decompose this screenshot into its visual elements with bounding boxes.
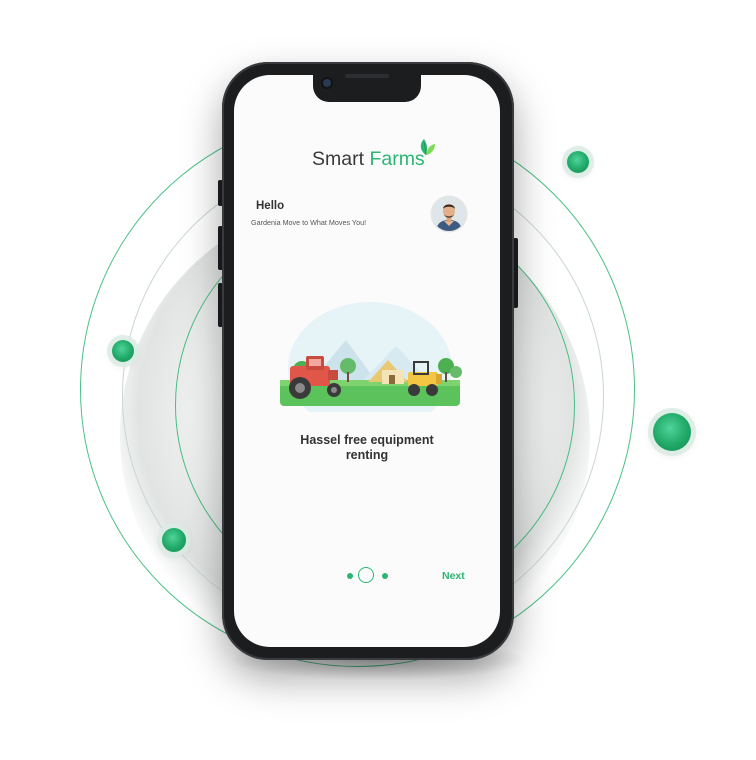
orbit-dot: [162, 528, 186, 552]
greeting-subtitle: Gardenia Move to What Moves You!: [251, 218, 367, 227]
caption-line-1: Hassel free equipment: [300, 433, 434, 447]
avatar-image: [432, 197, 466, 231]
logo-word-smart: Smart: [312, 148, 365, 170]
app-logo: Smart Farms: [312, 148, 425, 171]
page-dot[interactable]: [347, 573, 353, 579]
greeting-title: Hello: [256, 200, 285, 212]
orbit-dot: [112, 340, 134, 362]
farm-tractor-illustration: [280, 302, 462, 412]
caption-line-2: renting: [345, 448, 389, 462]
user-avatar[interactable]: [432, 197, 466, 231]
mockup-stage: Smart Farms Hello Gardenia Move to What …: [0, 0, 756, 760]
leaf-icon: [420, 139, 435, 156]
front-camera-icon: [323, 79, 331, 87]
phone-speaker: [345, 74, 389, 78]
orbit-dot: [653, 413, 691, 451]
page-indicator: [344, 567, 394, 585]
orbit-dot: [567, 151, 589, 173]
page-dot-active[interactable]: [358, 567, 374, 583]
page-dot[interactable]: [382, 573, 388, 579]
next-button[interactable]: Next: [442, 570, 465, 582]
phone-screen: Smart Farms Hello Gardenia Move to What …: [234, 75, 500, 647]
onboarding-caption: Hassel free equipment renting: [274, 433, 460, 463]
